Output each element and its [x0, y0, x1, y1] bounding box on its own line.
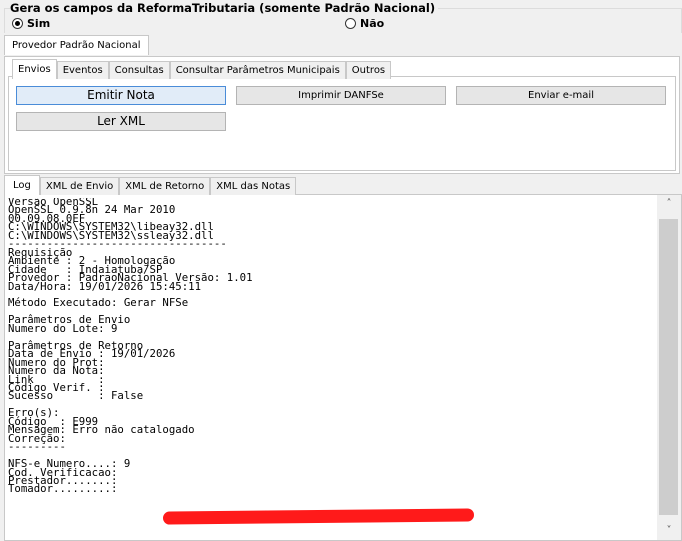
radio-nao-label[interactable]: Não: [360, 17, 384, 30]
tab-consultas[interactable]: Consultas: [108, 61, 170, 79]
tab-eventos[interactable]: Eventos: [56, 61, 109, 79]
tab-outros[interactable]: Outros: [345, 61, 392, 79]
operation-tab-strip: Envios Eventos Consultas Consultar Parâm…: [12, 59, 392, 79]
radio-sim-indicator[interactable]: [12, 18, 23, 29]
enviar-email-button[interactable]: Enviar e-mail: [456, 86, 666, 105]
radio-sim[interactable]: Sim: [12, 17, 50, 30]
chevron-up-icon[interactable]: ˄: [657, 195, 681, 213]
tab-xml-de-envio[interactable]: XML de Envio: [39, 177, 120, 195]
reforma-group-title: Gera os campos da ReformaTributaria (som…: [10, 1, 439, 15]
scroll-thumb[interactable]: [659, 219, 678, 515]
tab-xml-das-notas[interactable]: XML das Notas: [210, 177, 297, 195]
tab-xml-de-retorno[interactable]: XML de Retorno: [119, 177, 211, 195]
chevron-down-icon[interactable]: ˅: [657, 522, 681, 540]
provider-tab-strip: Provedor Padrão Nacional: [4, 35, 149, 55]
tab-consultar-parametros-municipais[interactable]: Consultar Parâmetros Municipais: [169, 61, 346, 79]
imprimir-danfse-button[interactable]: Imprimir DANFSe: [236, 86, 446, 105]
emitir-nota-button[interactable]: Emitir Nota: [16, 86, 226, 105]
radio-sim-label[interactable]: Sim: [27, 17, 50, 30]
tab-envios[interactable]: Envios: [12, 59, 57, 79]
log-tab-strip: Log XML de Envio XML de Retorno XML das …: [4, 175, 297, 195]
log-textarea[interactable]: Versão OpenSSL OpenSSL 0.9.8n 24 Mar 201…: [8, 198, 648, 536]
radio-nao-indicator[interactable]: [345, 18, 356, 29]
ler-xml-button[interactable]: Ler XML: [16, 112, 226, 131]
tab-provedor-padrao-nacional[interactable]: Provedor Padrão Nacional: [4, 35, 149, 55]
radio-nao[interactable]: Não: [345, 17, 384, 30]
log-scrollbar[interactable]: ˄ ˅: [657, 195, 681, 540]
tab-log[interactable]: Log: [4, 175, 40, 195]
